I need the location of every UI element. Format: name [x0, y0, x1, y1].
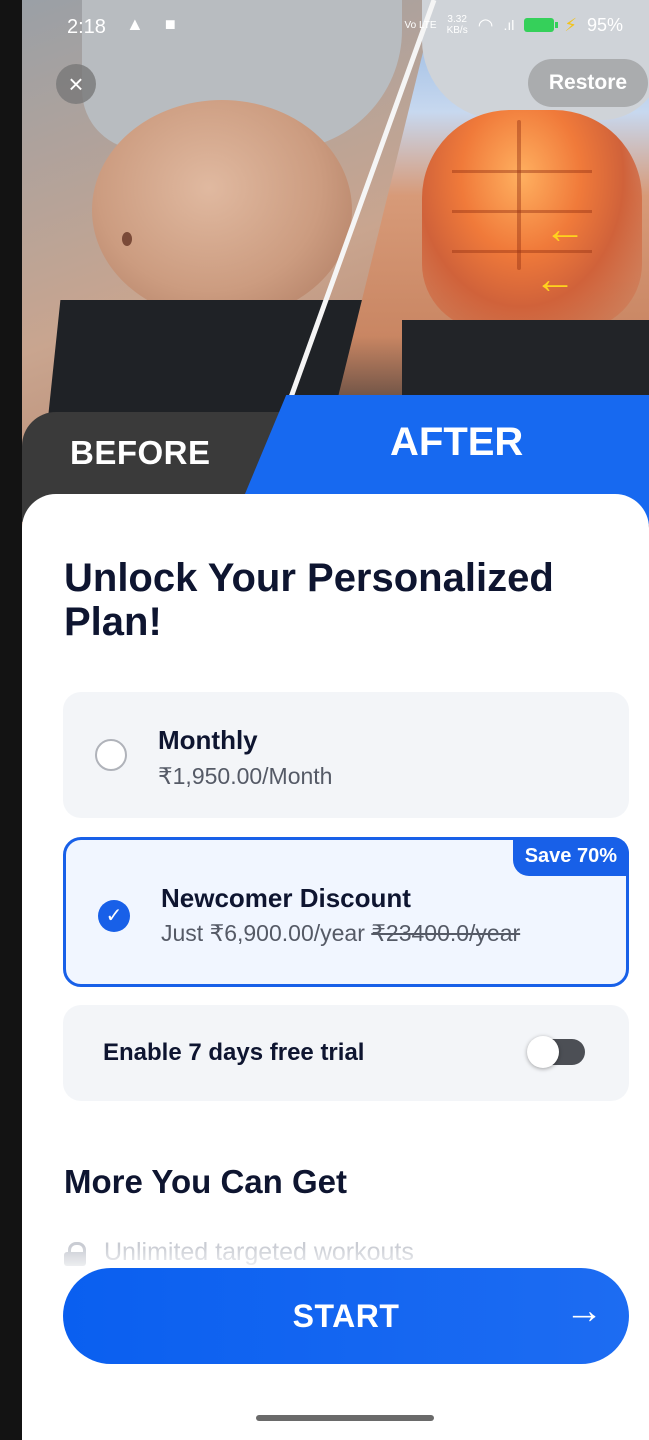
- plan-price: Just ₹6,900.00/year ₹23400.0/year: [161, 920, 520, 947]
- save-badge: Save 70%: [512, 837, 629, 876]
- signal-icon: .ıl: [503, 17, 515, 33]
- plan-option-monthly[interactable]: Monthly ₹1,950.00/Month: [63, 692, 629, 818]
- plan-option-newcomer-discount[interactable]: Save 70% ✓ Newcomer Discount Just ₹6,900…: [63, 837, 629, 987]
- status-right: Vo LTE 3.32 KB/s ◠ .ıl ⚡ 95%: [405, 14, 623, 36]
- screen: ← ← 2:18 ▲ ■ Vo LTE 3.32 KB/s ◠ .ıl ⚡ 95…: [22, 0, 649, 1440]
- free-trial-toggle[interactable]: [527, 1036, 585, 1068]
- left-edge: [0, 0, 22, 1440]
- close-icon: ×: [68, 69, 84, 99]
- plan-title: Monthly: [158, 725, 258, 755]
- start-label: START: [292, 1298, 400, 1334]
- start-button[interactable]: START →: [63, 1268, 629, 1364]
- free-trial-row: Enable 7 days free trial: [63, 1005, 629, 1101]
- more-section-title: More You Can Get: [64, 1163, 347, 1200]
- before-label: BEFORE: [70, 434, 211, 471]
- radio-unselected-icon[interactable]: [95, 739, 127, 771]
- battery-icon: [524, 18, 559, 32]
- plan-price: ₹1,950.00/Month: [158, 763, 333, 789]
- battery-percent: 95%: [586, 14, 623, 35]
- free-trial-label: Enable 7 days free trial: [103, 1039, 365, 1066]
- restore-button[interactable]: Restore: [528, 59, 648, 107]
- volte-icon: Vo LTE: [404, 19, 437, 31]
- plan-price-original: ₹23400.0/year: [371, 920, 521, 946]
- network-speed-value: 3.32: [447, 14, 467, 25]
- toggle-knob: [527, 1036, 559, 1068]
- close-button[interactable]: ×: [56, 64, 96, 104]
- home-indicator[interactable]: [256, 1415, 434, 1421]
- status-time: 2:18: [67, 16, 106, 38]
- after-label: AFTER: [390, 420, 524, 464]
- arrow-right-icon: →: [565, 1290, 603, 1332]
- radio-checked-icon[interactable]: ✓: [98, 900, 130, 932]
- network-speed: 3.32 KB/s: [447, 14, 468, 36]
- status-bar: 2:18 ▲ ■ Vo LTE 3.32 KB/s ◠ .ıl ⚡ 95%: [22, 0, 649, 56]
- plan-title: Newcomer Discount: [161, 883, 411, 913]
- wifi-icon: ◠: [477, 14, 494, 35]
- page-title: Unlock Your Personalized Plan!: [64, 556, 554, 644]
- plan-price-current: Just ₹6,900.00/year: [161, 920, 365, 946]
- notification-icons: ▲ ■: [126, 14, 184, 34]
- charging-icon: ⚡: [564, 14, 577, 35]
- network-speed-unit: KB/s: [446, 25, 468, 36]
